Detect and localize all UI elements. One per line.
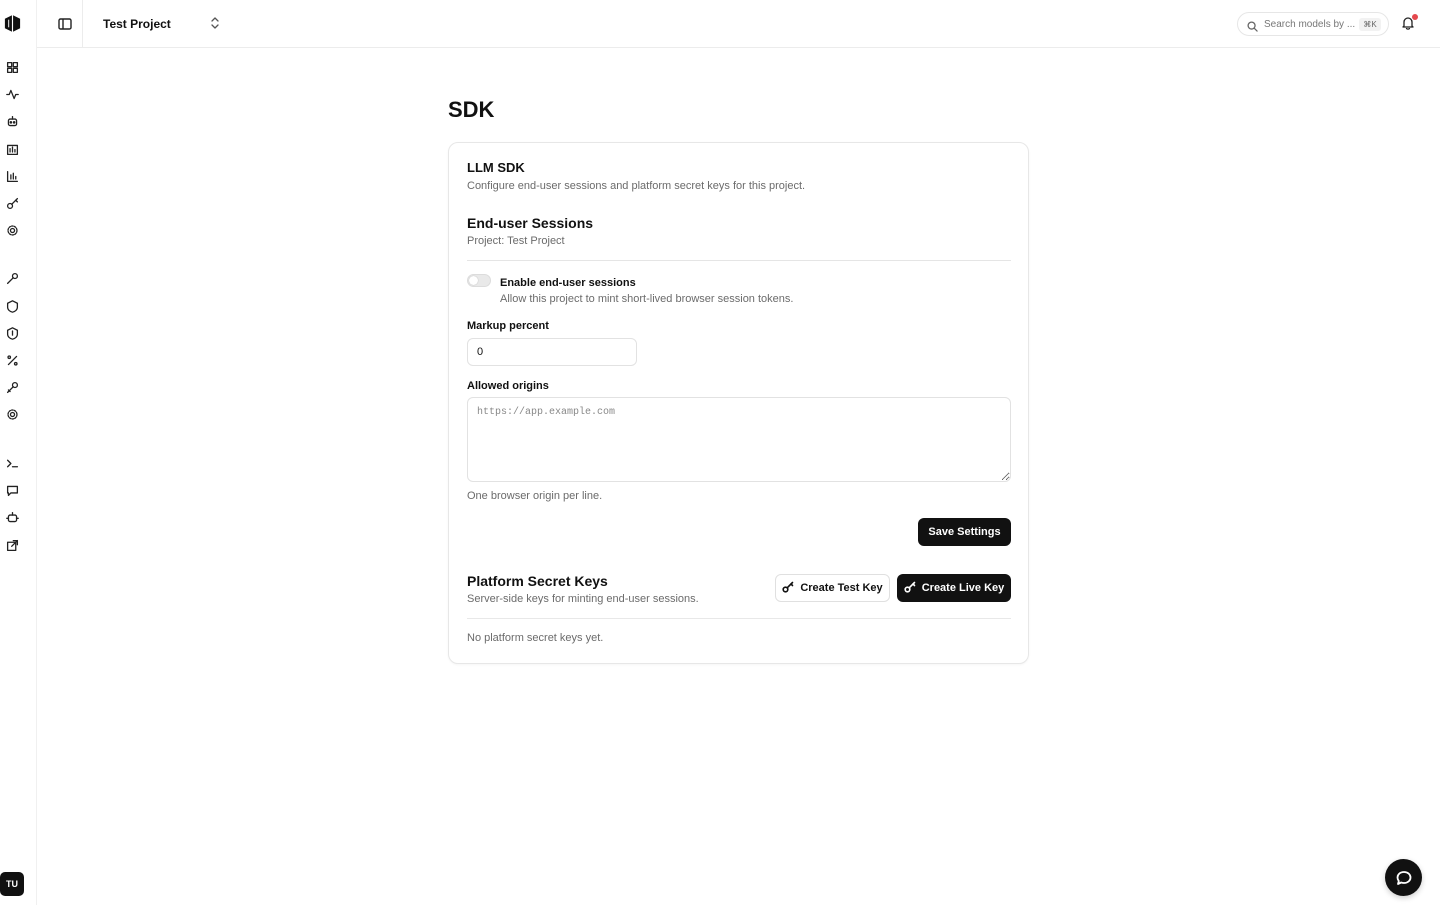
sdk-settings-card: LLM SDK Configure end-user sessions and … <box>448 142 1029 664</box>
allowed-origins-label: Allowed origins <box>467 380 549 392</box>
key-icon[interactable] <box>4 195 20 211</box>
allowed-origins-textarea[interactable] <box>467 397 1011 482</box>
save-settings-button[interactable]: Save Settings <box>918 518 1011 546</box>
icon-rail: TU <box>0 0 37 905</box>
topbar-divider <box>82 0 83 48</box>
bar-chart-icon[interactable] <box>4 141 20 157</box>
key-icon <box>782 581 794 596</box>
dashboard-icon[interactable] <box>4 59 20 75</box>
chart-icon[interactable] <box>4 168 20 184</box>
search-shortcut-badge: ⌘K <box>1359 18 1381 31</box>
allowed-origins-help: One browser origin per line. <box>467 490 603 502</box>
secret-keys-subtitle: Server-side keys for minting end-user se… <box>467 593 699 605</box>
secret-keys-heading: Platform Secret Keys <box>467 573 608 589</box>
toggle-help-text: Allow this project to mint short-lived b… <box>500 293 794 305</box>
empty-keys-message: No platform secret keys yet. <box>467 632 604 644</box>
chat-support-button[interactable] <box>1385 859 1422 896</box>
search-icon <box>1247 19 1258 32</box>
top-bar: Test Project Search models by ... ⌘K <box>37 0 1440 48</box>
settings-icon[interactable] <box>4 222 20 238</box>
gear-icon[interactable] <box>4 406 20 422</box>
page-title: SDK <box>448 97 495 122</box>
bot-icon[interactable] <box>4 509 20 525</box>
search-placeholder: Search models by ... <box>1264 19 1356 30</box>
create-test-key-button[interactable]: Create Test Key <box>775 574 890 602</box>
activity-icon[interactable] <box>4 86 20 102</box>
sidebar-toggle-icon[interactable] <box>57 16 73 32</box>
external-link-icon[interactable] <box>4 537 20 553</box>
markup-percent-input[interactable] <box>467 338 637 366</box>
sessions-project-line: Project: Test Project <box>467 235 565 247</box>
tool-icon[interactable] <box>4 379 20 395</box>
chat-bubble-icon <box>1396 870 1411 885</box>
message-icon[interactable] <box>4 482 20 498</box>
robot-icon[interactable] <box>4 113 20 129</box>
toggle-label: Enable end-user sessions <box>500 277 636 289</box>
create-live-key-button[interactable]: Create Live Key <box>897 574 1011 602</box>
section-divider <box>467 260 1011 261</box>
card-subtitle: Configure end-user sessions and platform… <box>467 180 806 192</box>
wrench-icon[interactable] <box>4 270 20 286</box>
keys-divider <box>467 618 1011 619</box>
create-live-key-label: Create Live Key <box>921 582 1005 594</box>
project-selector-label[interactable]: Test Project <box>103 17 171 31</box>
chevron-up-down-icon[interactable] <box>209 16 221 30</box>
key-icon <box>904 581 916 596</box>
shield-check-icon[interactable] <box>4 325 20 341</box>
app-logo-icon[interactable] <box>3 14 22 33</box>
markup-percent-label: Markup percent <box>467 320 549 332</box>
user-avatar[interactable]: TU <box>0 872 24 896</box>
shield-icon[interactable] <box>4 298 20 314</box>
terminal-icon[interactable] <box>4 455 20 471</box>
percent-icon[interactable] <box>4 352 20 368</box>
create-test-key-label: Create Test Key <box>800 582 883 594</box>
card-title: LLM SDK <box>467 160 525 175</box>
notification-dot <box>1412 14 1418 20</box>
end-user-sessions-toggle[interactable] <box>467 274 491 287</box>
sessions-heading: End-user Sessions <box>467 215 594 231</box>
model-search[interactable]: Search models by ... ⌘K <box>1237 12 1389 36</box>
toggle-knob <box>469 276 478 285</box>
